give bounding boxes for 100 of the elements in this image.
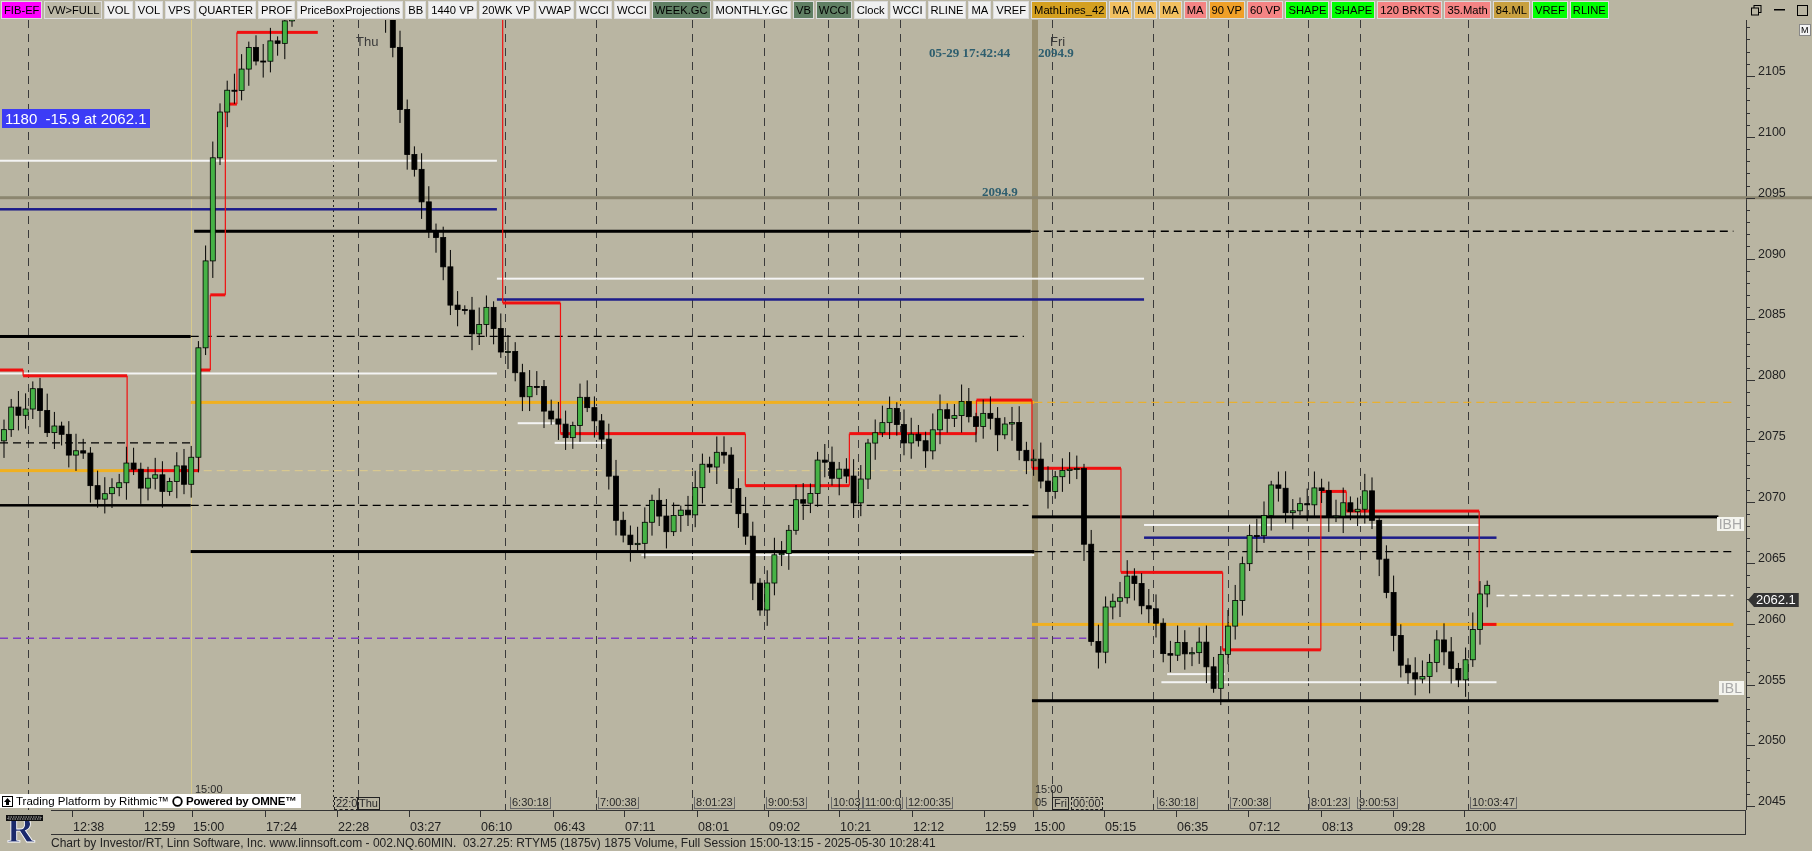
time-marker-label: 9:00:53: [766, 797, 807, 809]
time-marker-label: 15:00: [194, 784, 224, 795]
indicator-button[interactable]: SHAPE: [1285, 1, 1330, 19]
indicator-button[interactable]: MA: [1109, 1, 1133, 19]
indicator-button[interactable]: BB: [405, 1, 427, 19]
maximize-icon[interactable]: [1797, 4, 1808, 16]
price-axis-label: 2075: [1758, 429, 1786, 444]
indicator-button[interactable]: MathLines_42: [1031, 1, 1108, 19]
time-marker-label: 10:03:47: [1470, 797, 1517, 809]
time-axis-label: 17:24: [266, 820, 298, 834]
time-axis-label: 08:01: [698, 820, 730, 834]
last-price-tag: 2062.1: [1748, 593, 1799, 607]
price-axis-label: 2055: [1758, 672, 1786, 687]
price-axis-label: 2050: [1758, 733, 1786, 748]
time-axis-label: 10:00: [1465, 820, 1497, 834]
indicator-button[interactable]: RLINE: [927, 1, 967, 19]
indicator-button[interactable]: 60 VP: [1247, 1, 1284, 19]
indicator-button[interactable]: WCCI: [815, 1, 852, 19]
ring-icon: [171, 795, 183, 807]
cursor-time: 05-29 17:42:44: [929, 46, 1011, 59]
indicator-button[interactable]: 90 VP: [1208, 1, 1245, 19]
indicator-button[interactable]: WCCI: [889, 1, 926, 19]
time-axis-label: 03:27: [410, 820, 442, 834]
indicator-button[interactable]: 120 BRKTS: [1377, 1, 1443, 19]
time-marker-label: 10:03: [831, 797, 863, 809]
price-axis-label: 2085: [1758, 307, 1786, 322]
indicator-button[interactable]: MONTHLY.GC: [712, 1, 791, 19]
time-axis-label: 15:00: [1034, 820, 1066, 834]
time-axis-label: 08:13: [1322, 820, 1354, 834]
indicator-button[interactable]: VW>FULL: [44, 1, 103, 19]
time-axis-label: 12:12: [913, 820, 945, 834]
indicator-button[interactable]: MA: [1158, 1, 1182, 19]
indicator-button[interactable]: RLINE: [1569, 1, 1609, 19]
time-axis-label: 10:21: [840, 820, 872, 834]
price-readout: 1180 -15.9 at 2062.1: [2, 109, 150, 128]
level-line: [517, 422, 555, 425]
time-axis-label: 06:43: [554, 820, 586, 834]
marker-box[interactable]: M: [1799, 24, 1811, 36]
time-axis-label: 22:28: [338, 820, 370, 834]
indicator-button[interactable]: WEEK.GC: [651, 1, 711, 19]
indicator-button[interactable]: FIB-EF: [1, 1, 43, 19]
time-marker-label: 8:01:23: [694, 797, 735, 809]
indicator-button[interactable]: SHAPE: [1331, 1, 1376, 19]
time-axis-label: 09:28: [1394, 820, 1426, 834]
time-marker-label: 22:0: [334, 797, 360, 810]
price-axis-label: 2065: [1758, 550, 1786, 565]
indicator-button[interactable]: VREF: [1531, 1, 1568, 19]
indicator-button[interactable]: MA: [1183, 1, 1207, 19]
time-marker-label: Fri: [1052, 797, 1069, 810]
day-label: Thu: [356, 35, 379, 48]
time-axis-label: 15:00: [193, 820, 225, 834]
indicator-button[interactable]: 20WK VP: [479, 1, 534, 19]
time-marker-label: 9:00:53: [1357, 797, 1398, 809]
time-marker-label: 7:00:38: [1230, 797, 1271, 809]
indicator-button[interactable]: PROF: [258, 1, 296, 19]
indicator-button[interactable]: Clock: [853, 1, 888, 19]
indicator-button[interactable]: 35.Math: [1444, 1, 1491, 19]
time-marker-label: 6:30:18: [510, 797, 551, 809]
time-axis-label: 07:12: [1249, 820, 1281, 834]
price-axis-label: 2045: [1758, 794, 1786, 809]
indicator-button[interactable]: VWAP: [535, 1, 575, 19]
cursor-price: 2094.9: [1038, 46, 1074, 59]
status-bar-text: Chart by Investor/RT, Linn Software, Inc. www.linnsoft.com - 002.NQ.60MIN. 03.27.25: RTYM5 (1875v) 1875 Volume, Full Session 15:00-13:15 - 2025-05-30 10:28:41: [50, 835, 937, 851]
indicator-button[interactable]: WCCI: [576, 1, 612, 19]
minimize-icon[interactable]: [1774, 9, 1785, 11]
time-marker-label: Thu: [357, 797, 380, 810]
indicator-button[interactable]: VB: [792, 1, 814, 19]
time-axis-label: 12:38: [73, 820, 105, 834]
time-marker-label: 15:00: [1034, 784, 1064, 795]
indicator-button[interactable]: WCCI: [613, 1, 650, 19]
indicator-button[interactable]: MA: [1134, 1, 1157, 19]
time-axis-label: 05:15: [1105, 820, 1137, 834]
time-axis-label: 12:59: [144, 820, 176, 834]
indicator-button[interactable]: 84.ML: [1492, 1, 1530, 19]
attribution-text: Powered by OMNE™: [185, 794, 297, 808]
level-tag: IBL: [1719, 681, 1744, 695]
indicator-button[interactable]: VOL: [104, 1, 133, 19]
time-marker-label: 8:01:23: [1309, 797, 1350, 809]
time-axis-label: 07:11: [625, 820, 656, 834]
level-line: [554, 441, 607, 444]
indicator-button[interactable]: VPS: [165, 1, 194, 19]
indicator-button[interactable]: VOL: [134, 1, 164, 19]
attribution-text: Trading Platform by Rithmic™: [16, 794, 169, 808]
time-marker-label: 05: [1034, 797, 1049, 808]
indicator-button[interactable]: VREF: [993, 1, 1030, 19]
time-marker-label: 6:30:18: [1157, 797, 1198, 809]
level-tag: IBH: [1716, 517, 1744, 531]
time-marker-label: 7:00:38: [598, 797, 639, 809]
price-axis-label: 2070: [1758, 489, 1786, 504]
price-axis-label: 2105: [1758, 64, 1786, 78]
line-price-label: 2094.9: [982, 185, 1018, 198]
price-axis-label: 2090: [1758, 246, 1786, 261]
restore-icon[interactable]: [1751, 4, 1762, 16]
indicator-button[interactable]: PriceBoxProjections: [297, 1, 404, 19]
indicator-button[interactable]: MA: [968, 1, 992, 19]
time-axis-label: 09:02: [769, 820, 801, 834]
indicator-button[interactable]: 1440 VP: [428, 1, 478, 19]
time-marker-label: 00:00: [1071, 797, 1103, 810]
time-marker-label: 12:00:35: [906, 797, 953, 809]
indicator-button[interactable]: QUARTER: [195, 1, 257, 19]
